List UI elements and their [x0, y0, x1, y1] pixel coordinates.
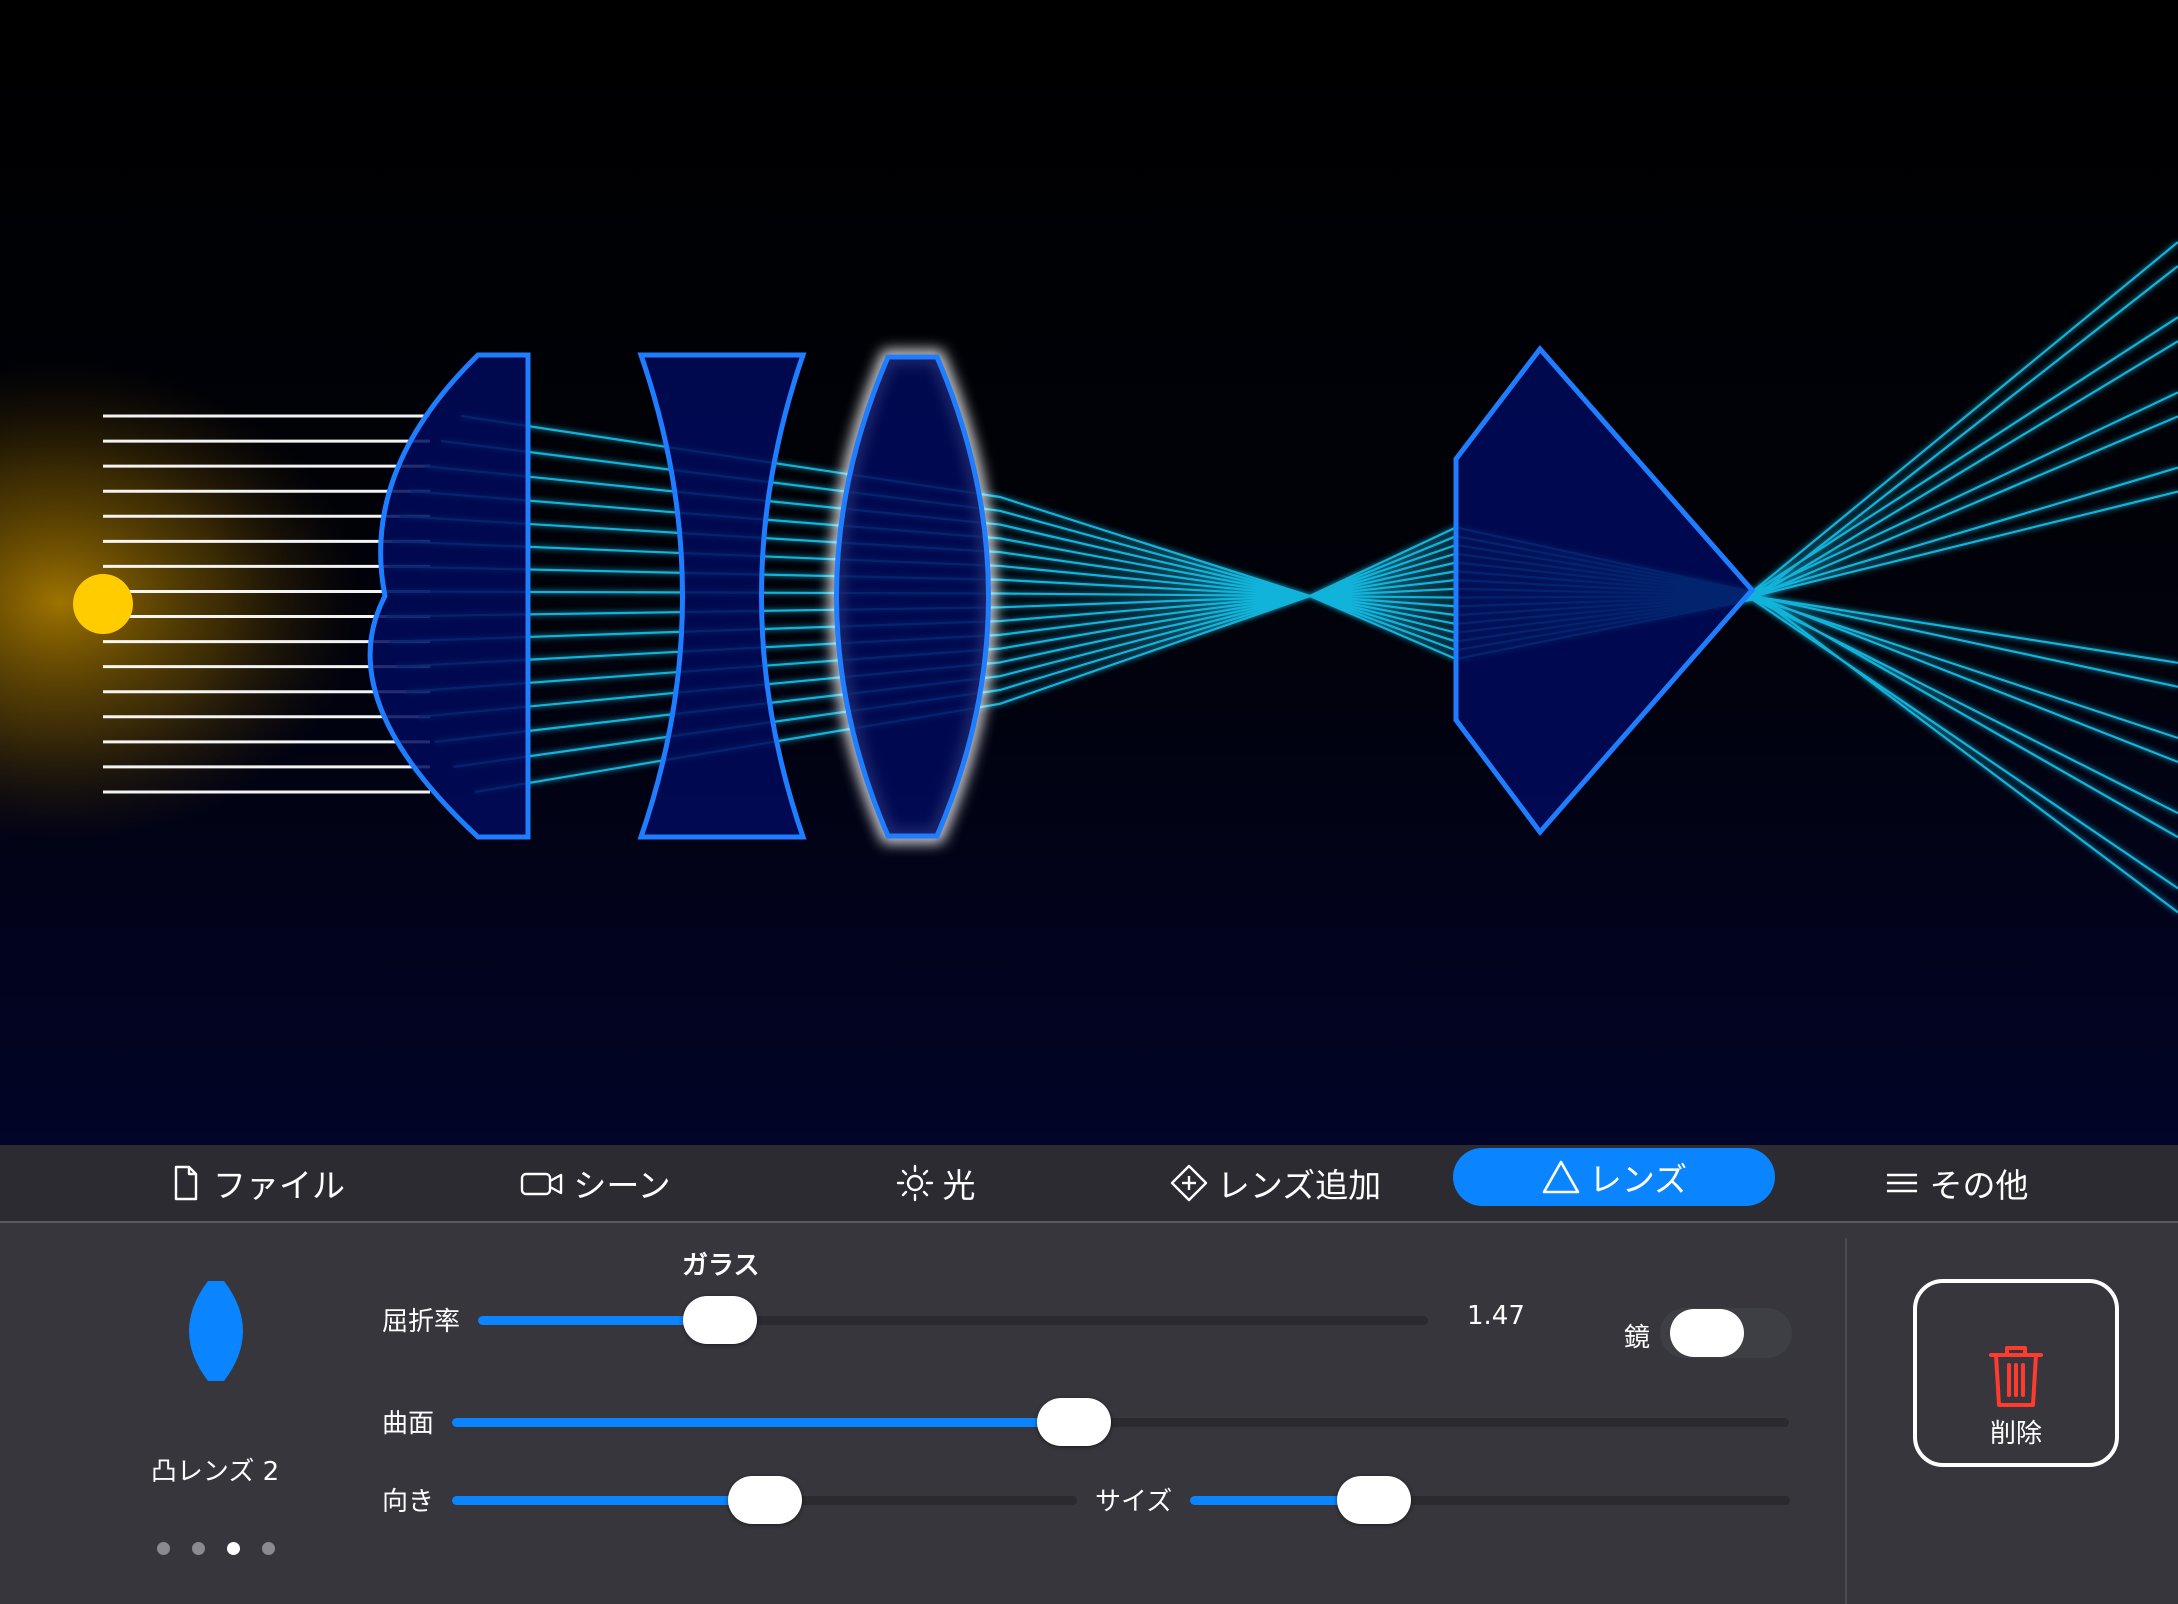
tab-lens-label: レンズ	[1588, 1160, 1688, 1199]
mirror-toggle-knob	[1670, 1309, 1744, 1357]
panel-divider	[1845, 1238, 1847, 1604]
curvature-thumb[interactable]	[1037, 1398, 1111, 1446]
tab-light[interactable]: 光	[880, 1147, 990, 1219]
refractive-index-value: 1.47	[1467, 1301, 1525, 1331]
plano-convex-lens[interactable]	[367, 352, 531, 840]
tab-scene[interactable]: シーン	[510, 1147, 680, 1219]
page-dot[interactable]	[157, 1542, 170, 1555]
menu-icon	[1882, 1163, 1922, 1203]
orientation-label: 向き	[382, 1487, 435, 1517]
triangle-icon	[1541, 1157, 1581, 1197]
page-dot[interactable]	[262, 1542, 275, 1555]
tab-more[interactable]: その他	[1880, 1147, 2030, 1219]
tab-more-label: その他	[1929, 1166, 2029, 1205]
file-icon	[165, 1163, 205, 1203]
trash-icon	[1989, 1346, 2043, 1407]
hexagon-prism[interactable]	[1453, 345, 1756, 836]
refractive-index-label: 屈折率	[382, 1307, 461, 1337]
refracted-ray	[389, 466, 2178, 643]
orientation-fill	[452, 1496, 765, 1505]
sun-icon	[895, 1163, 935, 1203]
convex-lens[interactable]	[834, 354, 991, 839]
concave-lens[interactable]	[637, 352, 807, 840]
mirror-toggle[interactable]	[1660, 1308, 1792, 1358]
lens-name: 凸レンズ 2	[150, 1457, 280, 1487]
material-label: ガラス	[682, 1251, 760, 1281]
light-source[interactable]	[73, 574, 133, 634]
add-lens-icon	[1169, 1163, 1209, 1203]
page-dot-current[interactable]	[227, 1542, 240, 1555]
tab-add-lens-label: レンズ追加	[1216, 1166, 1382, 1205]
orientation-slider[interactable]	[452, 1476, 1077, 1524]
light-source-glow	[0, 362, 360, 842]
mirror-label: 鏡	[1624, 1323, 1651, 1353]
tab-add-lens[interactable]: レンズ追加	[1165, 1147, 1385, 1219]
camera-icon	[519, 1163, 565, 1203]
tab-scene-label: シーン	[573, 1166, 671, 1205]
page-dot[interactable]	[192, 1542, 205, 1555]
curvature-label: 曲面	[382, 1409, 435, 1439]
delete-button[interactable]: 削除	[1913, 1279, 2119, 1467]
size-label: サイズ	[1095, 1487, 1173, 1517]
orientation-thumb[interactable]	[728, 1476, 802, 1524]
size-thumb[interactable]	[1337, 1476, 1411, 1524]
refracted-ray	[391, 540, 2178, 740]
size-slider[interactable]	[1190, 1476, 1790, 1524]
delete-label: 削除	[1989, 1419, 2042, 1449]
tab-lens[interactable]: レンズ	[1453, 1148, 1775, 1206]
refractive-index-thumb[interactable]	[683, 1296, 757, 1344]
tab-file[interactable]: ファイル	[150, 1147, 360, 1219]
toolbar: ファイル シーン 光 レンズ追加 レンズ その他	[0, 1145, 2178, 1223]
tab-file-label: ファイル	[213, 1166, 345, 1205]
optics-canvas[interactable]	[0, 0, 2178, 1145]
refractive-index-slider[interactable]	[478, 1296, 1428, 1344]
tab-light-label: 光	[942, 1166, 976, 1205]
convex-lens-icon	[189, 1281, 243, 1381]
curvature-slider[interactable]	[452, 1398, 1789, 1446]
lens-inspector: 凸レンズ 2 ガラス 屈折率 1.47 鏡 曲面 向き サイズ 削除	[0, 1223, 2178, 1604]
curvature-fill	[452, 1418, 1074, 1427]
